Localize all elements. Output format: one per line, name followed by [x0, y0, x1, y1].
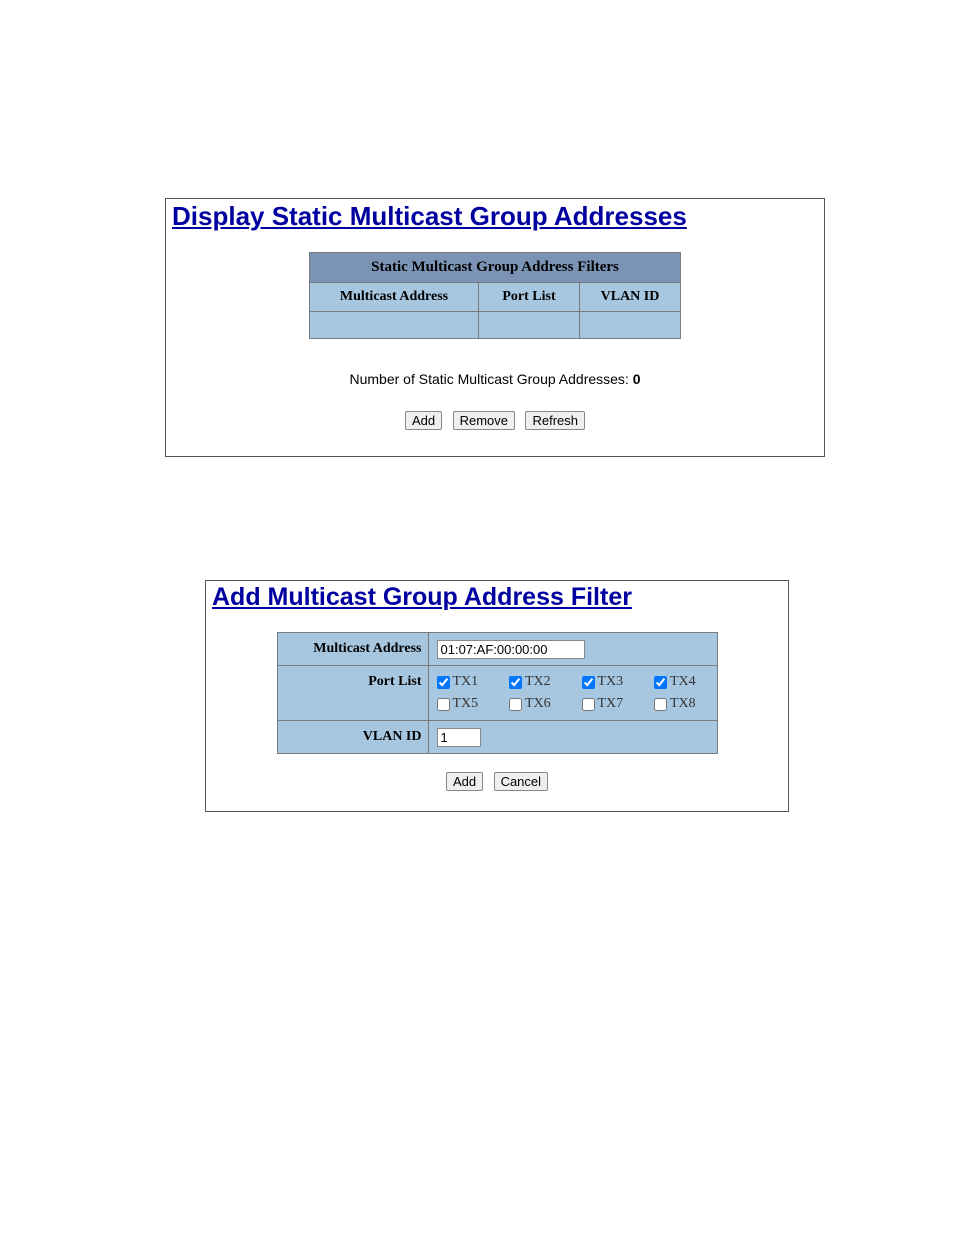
- port-item-tx8[interactable]: TX8: [654, 696, 709, 712]
- label-vlan-id: VLAN ID: [277, 721, 428, 754]
- port-checkbox-tx7[interactable]: [582, 698, 595, 711]
- add-multicast-panel: Add Multicast Group Address Filter Multi…: [205, 580, 789, 812]
- port-label: TX8: [670, 696, 696, 712]
- page-title: Add Multicast Group Address Filter: [212, 583, 782, 612]
- remove-button[interactable]: Remove: [453, 411, 515, 430]
- vlan-id-input[interactable]: [437, 728, 481, 747]
- label-multicast-address: Multicast Address: [277, 633, 428, 666]
- port-list-grid: TX1 TX2 TX3 TX4 TX5 TX6 TX7 TX8: [437, 672, 709, 714]
- port-checkbox-tx6[interactable]: [509, 698, 522, 711]
- port-label: TX5: [453, 696, 479, 712]
- button-row: Add Remove Refresh: [172, 411, 818, 430]
- count-value: 0: [633, 371, 641, 387]
- port-checkbox-tx8[interactable]: [654, 698, 667, 711]
- table-cell-empty: [310, 312, 479, 339]
- port-item-tx3[interactable]: TX3: [582, 674, 637, 690]
- filters-table-header: Static Multicast Group Address Filters: [310, 253, 681, 283]
- filters-table: Static Multicast Group Address Filters M…: [309, 252, 681, 339]
- port-label: TX3: [598, 674, 624, 690]
- port-label: TX7: [598, 696, 624, 712]
- display-multicast-panel: Display Static Multicast Group Addresses…: [165, 198, 825, 457]
- port-item-tx7[interactable]: TX7: [582, 696, 637, 712]
- port-checkbox-tx2[interactable]: [509, 676, 522, 689]
- port-label: TX6: [525, 696, 551, 712]
- add-button[interactable]: Add: [405, 411, 442, 430]
- port-item-tx1[interactable]: TX1: [437, 674, 492, 690]
- col-multicast-address: Multicast Address: [310, 283, 479, 312]
- button-row: Add Cancel: [212, 772, 782, 791]
- cancel-button[interactable]: Cancel: [494, 772, 548, 791]
- add-form-table: Multicast Address Port List TX1 TX2 TX3 TX4…: [277, 632, 718, 754]
- port-checkbox-tx4[interactable]: [654, 676, 667, 689]
- col-port-list: Port List: [479, 283, 580, 312]
- port-item-tx6[interactable]: TX6: [509, 696, 564, 712]
- table-cell-empty: [479, 312, 580, 339]
- port-label: TX4: [670, 674, 696, 690]
- port-item-tx4[interactable]: TX4: [654, 674, 709, 690]
- count-line: Number of Static Multicast Group Address…: [172, 371, 818, 387]
- label-port-list: Port List: [277, 666, 428, 721]
- multicast-address-input[interactable]: [437, 640, 585, 659]
- col-vlan-id: VLAN ID: [580, 283, 681, 312]
- port-label: TX2: [525, 674, 551, 690]
- port-label: TX1: [453, 674, 479, 690]
- table-cell-empty: [580, 312, 681, 339]
- count-label: Number of Static Multicast Group Address…: [349, 371, 632, 387]
- port-checkbox-tx3[interactable]: [582, 676, 595, 689]
- port-checkbox-tx1[interactable]: [437, 676, 450, 689]
- port-checkbox-tx5[interactable]: [437, 698, 450, 711]
- port-item-tx5[interactable]: TX5: [437, 696, 492, 712]
- add-button[interactable]: Add: [446, 772, 483, 791]
- page-title: Display Static Multicast Group Addresses: [172, 201, 818, 232]
- port-item-tx2[interactable]: TX2: [509, 674, 564, 690]
- refresh-button[interactable]: Refresh: [525, 411, 585, 430]
